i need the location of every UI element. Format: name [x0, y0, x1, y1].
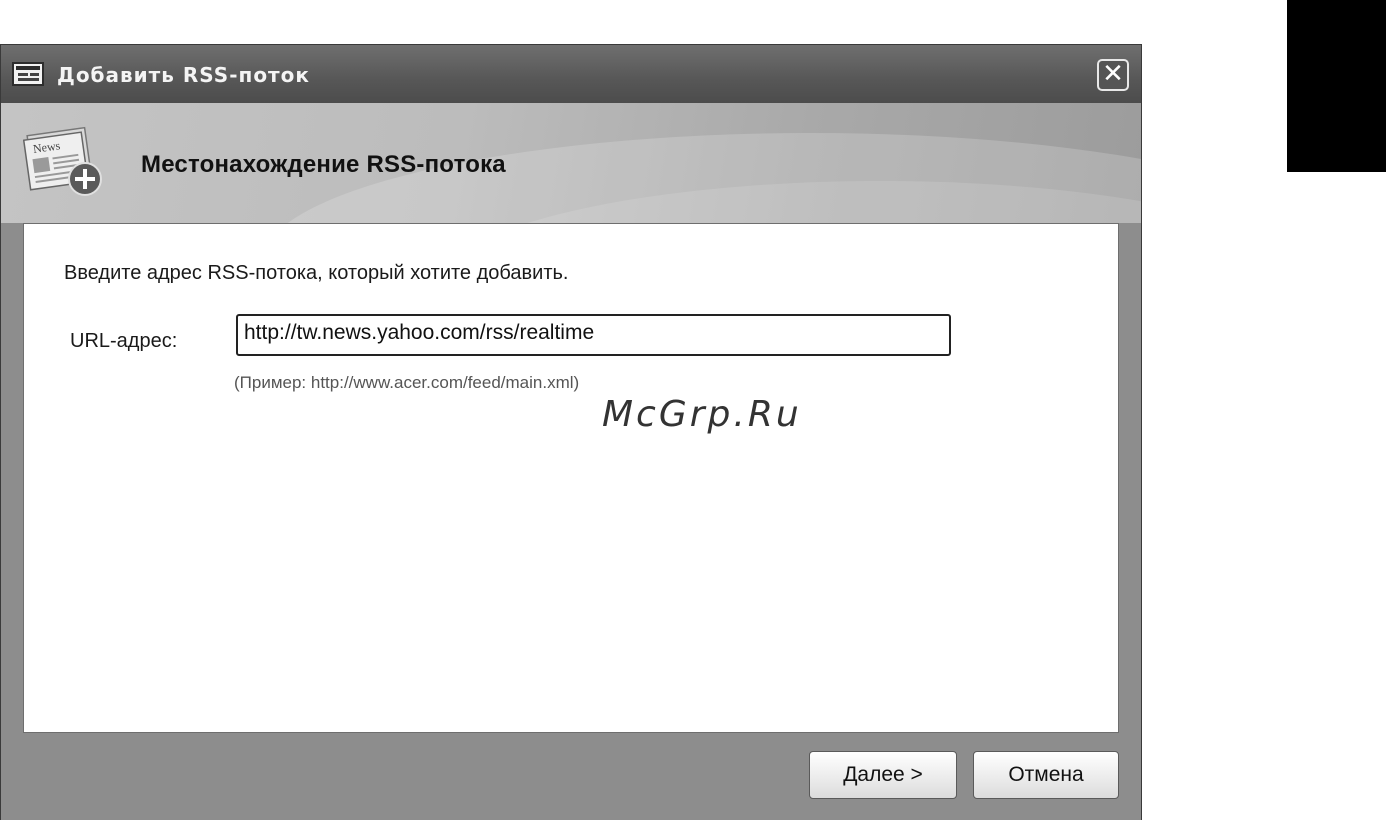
url-label: URL-адрес:: [70, 330, 178, 352]
dialog-title: Добавить RSS-поток: [57, 63, 310, 87]
add-rss-feed-dialog: Добавить RSS-поток ✕ News Местонахождени…: [0, 44, 1142, 820]
step-title: Местонахождение RSS-потока: [141, 151, 506, 178]
url-input[interactable]: [236, 314, 951, 356]
page-corner-block: [1287, 0, 1386, 172]
instruction-text: Введите адрес RSS-потока, который хотите…: [64, 262, 569, 284]
next-button[interactable]: Далее >: [809, 751, 957, 799]
cancel-button[interactable]: Отмена: [973, 751, 1119, 799]
close-icon: ✕: [1102, 59, 1124, 89]
example-hint: (Пример: http://www.acer.com/feed/main.x…: [234, 373, 580, 392]
dialog-titlebar: Добавить RSS-поток ✕: [1, 45, 1141, 103]
watermark: McGrp.Ru: [602, 394, 802, 435]
dialog-header: News Местонахождение RSS-потока: [1, 103, 1141, 223]
close-button[interactable]: ✕: [1097, 59, 1129, 91]
news-add-icon: News: [23, 126, 102, 196]
window-icon: [12, 62, 44, 86]
dialog-content: Введите адрес RSS-потока, который хотите…: [23, 223, 1119, 733]
